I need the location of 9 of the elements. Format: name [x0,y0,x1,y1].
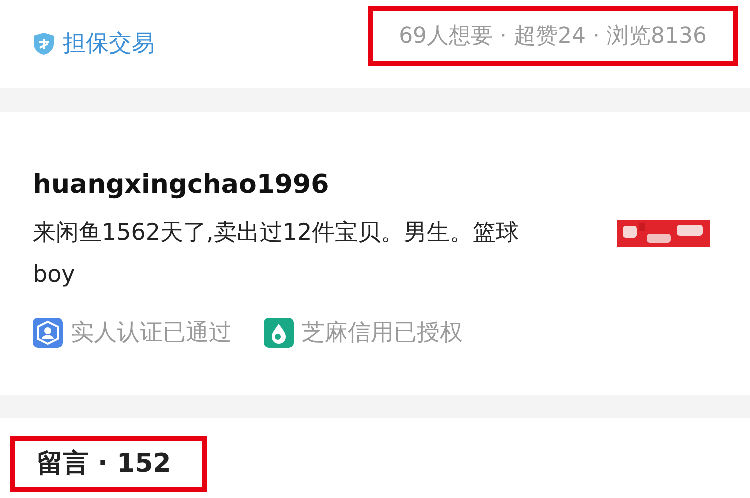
comments-heading: 留言 · 152 [37,448,172,480]
seller-bio: 来闲鱼1562天了,卖出过12件宝贝。男生。篮球boy [33,219,520,290]
drop-icon [264,318,294,348]
stats-text: 69人想要 · 超赞24 · 浏览8136 [399,22,707,50]
username[interactable]: huangxingchao1996 [33,168,330,202]
verification-label: 实人认证已通过 [71,319,232,348]
shield-icon [33,32,55,56]
person-icon [33,318,63,348]
verification-label: 芝麻信用已授权 [302,319,463,348]
